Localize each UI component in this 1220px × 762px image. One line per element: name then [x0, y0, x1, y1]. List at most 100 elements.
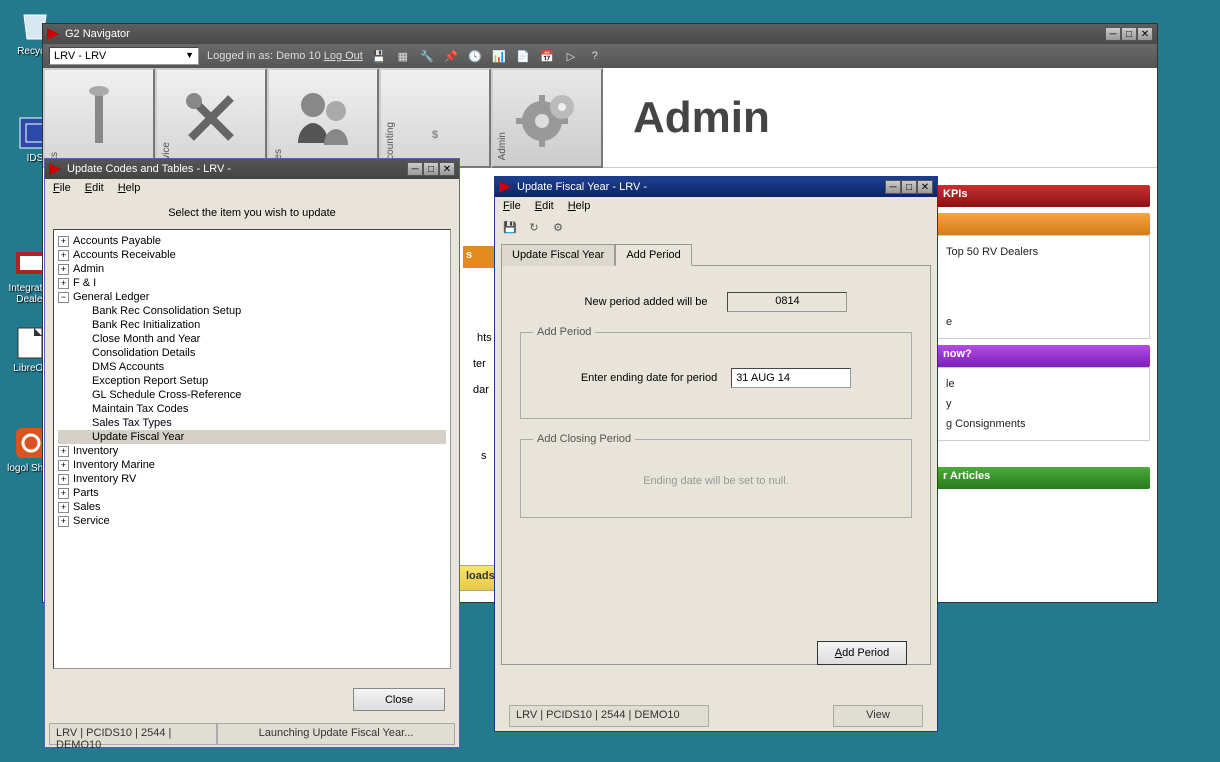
menu-file[interactable]: File [53, 182, 71, 194]
status-right: Launching Update Fiscal Year... [217, 723, 455, 745]
fieldset-add-period: Add Period Enter ending date for period [520, 326, 912, 419]
minimize-button[interactable]: ─ [885, 180, 901, 194]
logout-link[interactable]: Log Out [324, 50, 363, 62]
dash-link[interactable]: e [946, 312, 1139, 332]
grid-icon[interactable]: ▦ [395, 48, 411, 64]
minimize-button[interactable]: ─ [407, 162, 423, 176]
expand-icon[interactable]: + [58, 236, 69, 247]
dash-link[interactable]: le [946, 374, 1139, 394]
dash-now-header: now? [935, 345, 1150, 367]
menu-help[interactable]: Help [568, 200, 591, 212]
dash-kpis-header: KPIs [935, 185, 1150, 207]
tree-node[interactable]: +F & I [58, 276, 446, 290]
expand-icon[interactable]: + [58, 278, 69, 289]
ending-date-input[interactable] [731, 368, 851, 388]
expand-icon[interactable]: + [58, 516, 69, 527]
help-icon[interactable]: ? [587, 48, 603, 64]
tree-node[interactable]: −General Ledger [58, 290, 446, 304]
location-dropdown[interactable]: LRV - LRV▼ [49, 47, 199, 65]
expand-icon[interactable]: + [58, 250, 69, 261]
tree-node[interactable]: +Service [58, 514, 446, 528]
expand-icon[interactable]: + [58, 264, 69, 275]
tabs-fiscal: Update Fiscal Year Add Period [495, 243, 937, 265]
module-users[interactable]: es [267, 68, 379, 168]
tree-node[interactable]: +Inventory [58, 444, 446, 458]
close-button[interactable]: ✕ [917, 180, 933, 194]
tree-leaf[interactable]: DMS Accounts [58, 360, 446, 374]
menu-codes: File Edit Help [45, 179, 459, 197]
titlebar-codes[interactable]: Update Codes and Tables - LRV - ─ □ ✕ [45, 159, 459, 179]
pin-icon[interactable]: 📌 [443, 48, 459, 64]
title-fiscal: Update Fiscal Year - LRV - [517, 181, 885, 193]
expand-icon[interactable]: + [58, 446, 69, 457]
refresh-icon[interactable]: ↻ [525, 218, 543, 236]
gear-icon[interactable]: ⚙ [549, 218, 567, 236]
menu-edit[interactable]: Edit [85, 182, 104, 194]
toolbar-main: LRV - LRV▼ Logged in as: Demo 10 Log Out… [43, 44, 1157, 68]
menu-file[interactable]: File [503, 200, 521, 212]
calendar-icon[interactable]: 📅 [539, 48, 555, 64]
maximize-button[interactable]: □ [901, 180, 917, 194]
module-service[interactable]: vice [155, 68, 267, 168]
tree-node[interactable]: +Inventory RV [58, 472, 446, 486]
add-period-button[interactable]: Add Period [817, 641, 907, 665]
doc-icon[interactable]: 📄 [515, 48, 531, 64]
app-logo-icon [49, 163, 61, 175]
clock-icon[interactable]: 🕓 [467, 48, 483, 64]
tree-leaf[interactable]: Consolidation Details [58, 346, 446, 360]
tree-leaf[interactable]: Update Fiscal Year [58, 430, 446, 444]
tree-node[interactable]: +Parts [58, 486, 446, 500]
menu-help[interactable]: Help [118, 182, 141, 194]
menu-edit[interactable]: Edit [535, 200, 554, 212]
tree-node[interactable]: +Inventory Marine [58, 458, 446, 472]
expand-icon[interactable]: + [58, 460, 69, 471]
module-parts[interactable]: ts [43, 68, 155, 168]
chart-icon[interactable]: 📊 [491, 48, 507, 64]
titlebar-main[interactable]: G2 Navigator ─ □ ✕ [43, 24, 1157, 44]
tree-codes[interactable]: +Accounts Payable+Accounts Receivable+Ad… [53, 229, 451, 669]
menu-fiscal: File Edit Help [495, 197, 937, 215]
expand-icon[interactable]: + [58, 474, 69, 485]
dash-link[interactable]: y [946, 394, 1139, 414]
maximize-button[interactable]: □ [1121, 27, 1137, 41]
close-button[interactable]: ✕ [439, 162, 455, 176]
module-admin[interactable]: Admin [491, 68, 603, 168]
tree-leaf[interactable]: Close Month and Year [58, 332, 446, 346]
tree-node[interactable]: +Admin [58, 262, 446, 276]
tab-update-fiscal-year[interactable]: Update Fiscal Year [501, 244, 615, 266]
tree-leaf[interactable]: Exception Report Setup [58, 374, 446, 388]
play-icon[interactable]: ▷ [563, 48, 579, 64]
dash-link[interactable]: g Consignments [946, 414, 1139, 434]
tree-leaf[interactable]: GL Schedule Cross-Reference [58, 388, 446, 402]
app-logo-icon [47, 28, 59, 40]
module-accounting[interactable]: counting $ [379, 68, 491, 168]
close-button-dialog[interactable]: Close [353, 688, 445, 711]
save-icon[interactable]: 💾 [501, 218, 519, 236]
tree-node[interactable]: +Accounts Payable [58, 234, 446, 248]
expand-icon[interactable]: + [58, 502, 69, 513]
status-left: LRV | PCIDS10 | 2544 | DEMO10 [49, 723, 217, 745]
tree-leaf[interactable]: Sales Tax Types [58, 416, 446, 430]
dash-link[interactable]: Top 50 RV Dealers [946, 242, 1139, 262]
minimize-button[interactable]: ─ [1105, 27, 1121, 41]
chevron-down-icon: ▼ [185, 50, 194, 62]
ending-date-label: Enter ending date for period [581, 372, 717, 384]
expand-icon[interactable]: + [58, 488, 69, 499]
close-button[interactable]: ✕ [1137, 27, 1153, 41]
new-period-value: 0814 [727, 292, 847, 312]
page-title: Admin [603, 68, 1157, 167]
expand-icon[interactable]: − [58, 292, 69, 303]
instruction-text: Select the item you wish to update [45, 197, 459, 229]
save-icon[interactable]: 💾 [371, 48, 387, 64]
tree-leaf[interactable]: Bank Rec Initialization [58, 318, 446, 332]
maximize-button[interactable]: □ [423, 162, 439, 176]
titlebar-fiscal[interactable]: Update Fiscal Year - LRV - ─ □ ✕ [495, 177, 937, 197]
app-logo-icon [499, 181, 511, 193]
tab-add-period[interactable]: Add Period [615, 244, 691, 266]
tree-node[interactable]: +Accounts Receivable [58, 248, 446, 262]
logged-in-user: Demo 10 [276, 50, 321, 62]
tool-icon[interactable]: 🔧 [419, 48, 435, 64]
tree-node[interactable]: +Sales [58, 500, 446, 514]
tree-leaf[interactable]: Bank Rec Consolidation Setup [58, 304, 446, 318]
tree-leaf[interactable]: Maintain Tax Codes [58, 402, 446, 416]
